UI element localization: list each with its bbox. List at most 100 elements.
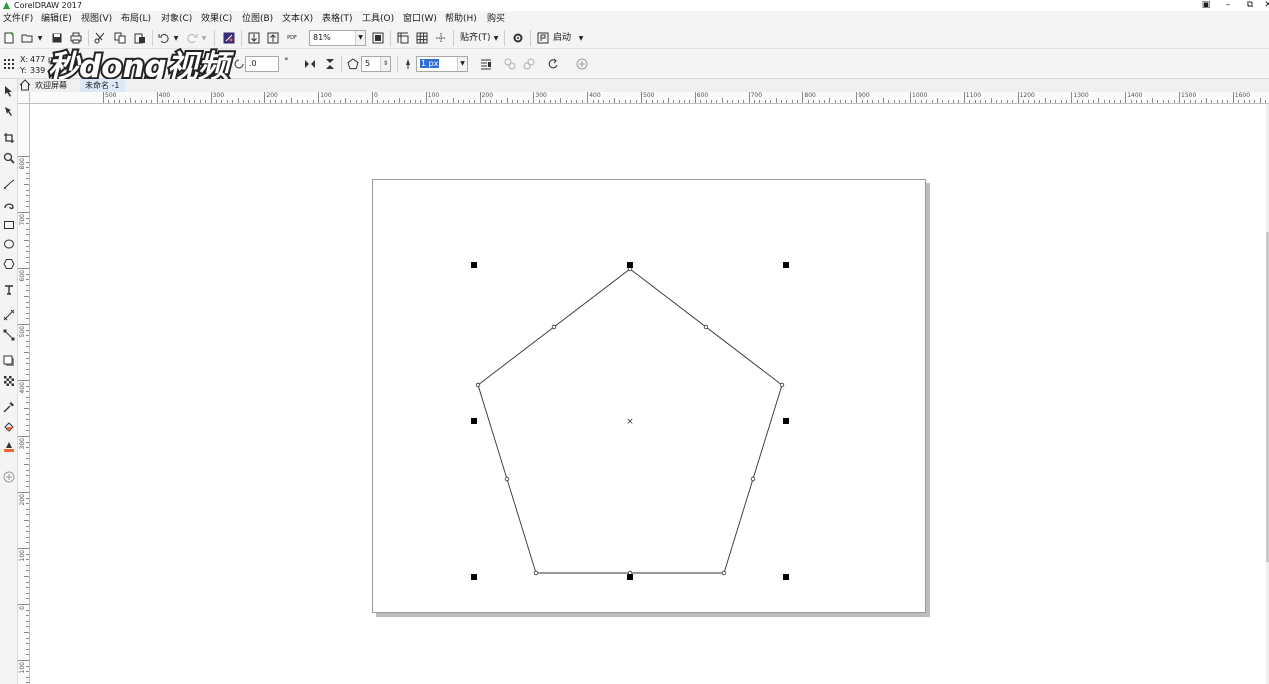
smart-fill-icon[interactable]	[1, 439, 17, 455]
menu-help[interactable]: 帮助(H)	[443, 11, 479, 27]
restore-button[interactable]: ⧉	[1240, 0, 1260, 11]
menu-object[interactable]: 对象(C)	[159, 11, 194, 27]
vertical-ruler[interactable]: 800 700 600 500 400 300 200 100 0 100	[18, 104, 30, 684]
full-screen-icon[interactable]	[370, 30, 386, 46]
selection-handle[interactable]	[783, 418, 789, 424]
shape-node[interactable]	[475, 382, 481, 388]
menu-bitmaps[interactable]: 位图(B)	[240, 11, 275, 27]
parallel-dimension-icon[interactable]	[1, 307, 17, 323]
tab-welcome-screen[interactable]: 欢迎屏幕	[30, 79, 72, 92]
eyedropper-icon[interactable]	[1, 399, 17, 415]
polygon-sides-input[interactable]: 5 ⇕	[361, 56, 391, 72]
application-launcher-icon[interactable]	[535, 30, 551, 46]
publish-pdf-icon[interactable]: PDF	[284, 30, 300, 46]
ruler-origin[interactable]	[18, 92, 30, 104]
pdf-label: PDF	[287, 35, 297, 41]
menu-view[interactable]: 视图(V)	[79, 11, 114, 27]
show-grid-icon[interactable]	[414, 30, 430, 46]
ruler-label: 0	[19, 606, 26, 610]
to-front-icon[interactable]	[502, 56, 518, 72]
horizontal-ruler[interactable]: 500 400 300 200 100 0 100 200 300 400 500 600 700 800…	[30, 92, 1269, 104]
show-rulers-icon[interactable]	[395, 30, 411, 46]
mirror-horizontal-icon[interactable]	[302, 56, 318, 72]
selection-handle[interactable]	[783, 574, 789, 580]
outline-width-dropdown-arrow[interactable]: ▼	[457, 57, 467, 71]
zoom-dropdown-arrow[interactable]: ▼	[355, 31, 365, 45]
crop-tool-icon[interactable]	[1, 130, 17, 146]
ruler-tick	[581, 100, 583, 103]
ellipse-tool-icon[interactable]	[1, 236, 17, 252]
options-gear-icon[interactable]	[510, 30, 526, 46]
import-icon[interactable]	[246, 30, 262, 46]
selection-handle[interactable]	[627, 262, 633, 268]
interactive-fill-icon[interactable]	[1, 419, 17, 435]
freehand-tool-icon[interactable]	[1, 176, 17, 192]
zoom-tool-icon[interactable]	[1, 150, 17, 166]
wrap-text-icon[interactable]	[478, 56, 494, 72]
artistic-media-icon[interactable]	[1, 196, 17, 212]
menu-table[interactable]: 表格(T)	[320, 11, 355, 27]
ruler-tick	[26, 234, 29, 236]
shape-node[interactable]	[504, 476, 510, 482]
outline-width-combo[interactable]: 1 px ▼	[416, 56, 468, 72]
rectangle-tool-icon[interactable]	[1, 217, 17, 233]
polygon-tool-icon[interactable]	[1, 256, 17, 272]
ruler-tick	[1044, 98, 1046, 103]
object-origin-icon[interactable]	[1, 56, 17, 72]
document-page[interactable]	[372, 179, 926, 613]
menu-buy[interactable]: 购买	[485, 11, 507, 27]
convert-to-curves-icon[interactable]	[545, 56, 561, 72]
new-document-icon[interactable]	[1, 30, 17, 46]
minimize-button[interactable]: –	[1218, 0, 1238, 11]
drop-shadow-icon[interactable]	[1, 353, 17, 369]
snap-dropdown-arrow[interactable]: ▼	[492, 30, 500, 46]
selection-handle[interactable]	[627, 574, 633, 580]
open-dropdown-arrow[interactable]: ▼	[36, 30, 44, 46]
shape-node[interactable]	[721, 570, 727, 576]
export-icon[interactable]	[265, 30, 281, 46]
menu-edit[interactable]: 编辑(E)	[39, 11, 74, 27]
selection-handle[interactable]	[783, 262, 789, 268]
account-icon[interactable]: ▣	[1196, 0, 1216, 11]
shape-node[interactable]	[533, 570, 539, 576]
selection-handle[interactable]	[471, 262, 477, 268]
shape-node[interactable]	[750, 476, 756, 482]
menu-window[interactable]: 窗口(W)	[401, 11, 439, 27]
zoom-level-combo[interactable]: 81% ▼	[309, 30, 366, 46]
shape-node[interactable]	[703, 324, 709, 330]
selection-handle[interactable]	[471, 418, 477, 424]
transparency-icon[interactable]	[1, 373, 17, 389]
shape-node[interactable]	[779, 382, 785, 388]
shape-node[interactable]	[551, 324, 557, 330]
pick-tool-icon[interactable]	[1, 83, 17, 99]
add-tool-icon[interactable]	[1, 469, 17, 485]
snap-to-menu[interactable]: 贴齐(T)	[460, 30, 491, 46]
menu-effects[interactable]: 效果(C)	[199, 11, 234, 27]
text-tool-icon[interactable]	[1, 282, 17, 298]
sides-stepper[interactable]: ⇕	[380, 57, 390, 71]
menu-layout[interactable]: 布局(L)	[119, 11, 153, 27]
open-folder-icon[interactable]	[19, 30, 35, 46]
connector-tool-icon[interactable]	[1, 327, 17, 343]
add-property-icon[interactable]	[574, 56, 590, 72]
show-guidelines-icon[interactable]	[433, 30, 449, 46]
tab-untitled-1[interactable]: 未命名 -1	[80, 79, 125, 92]
to-back-icon[interactable]	[521, 56, 537, 72]
mirror-vertical-icon[interactable]	[322, 56, 338, 72]
selection-handle[interactable]	[471, 574, 477, 580]
ruler-label: 1000	[912, 92, 928, 99]
shape-tool-icon[interactable]	[1, 103, 17, 119]
ruler-tick	[135, 100, 137, 103]
close-button[interactable]: ✕	[1258, 0, 1269, 11]
menu-text[interactable]: 文本(X)	[280, 11, 315, 27]
ruler-tick	[26, 245, 29, 247]
ruler-tick	[26, 637, 29, 639]
menu-file[interactable]: 文件(F)	[1, 11, 35, 27]
center-marker[interactable]: ×	[626, 417, 634, 427]
y-position-value[interactable]: 339	[30, 66, 45, 75]
ruler-tick	[194, 100, 196, 103]
launch-dropdown-arrow[interactable]: ▼	[577, 30, 585, 46]
rotation-angle-input[interactable]: .0	[245, 56, 279, 72]
menu-tools[interactable]: 工具(O)	[360, 11, 396, 27]
launch-label[interactable]: 启动	[553, 30, 571, 46]
